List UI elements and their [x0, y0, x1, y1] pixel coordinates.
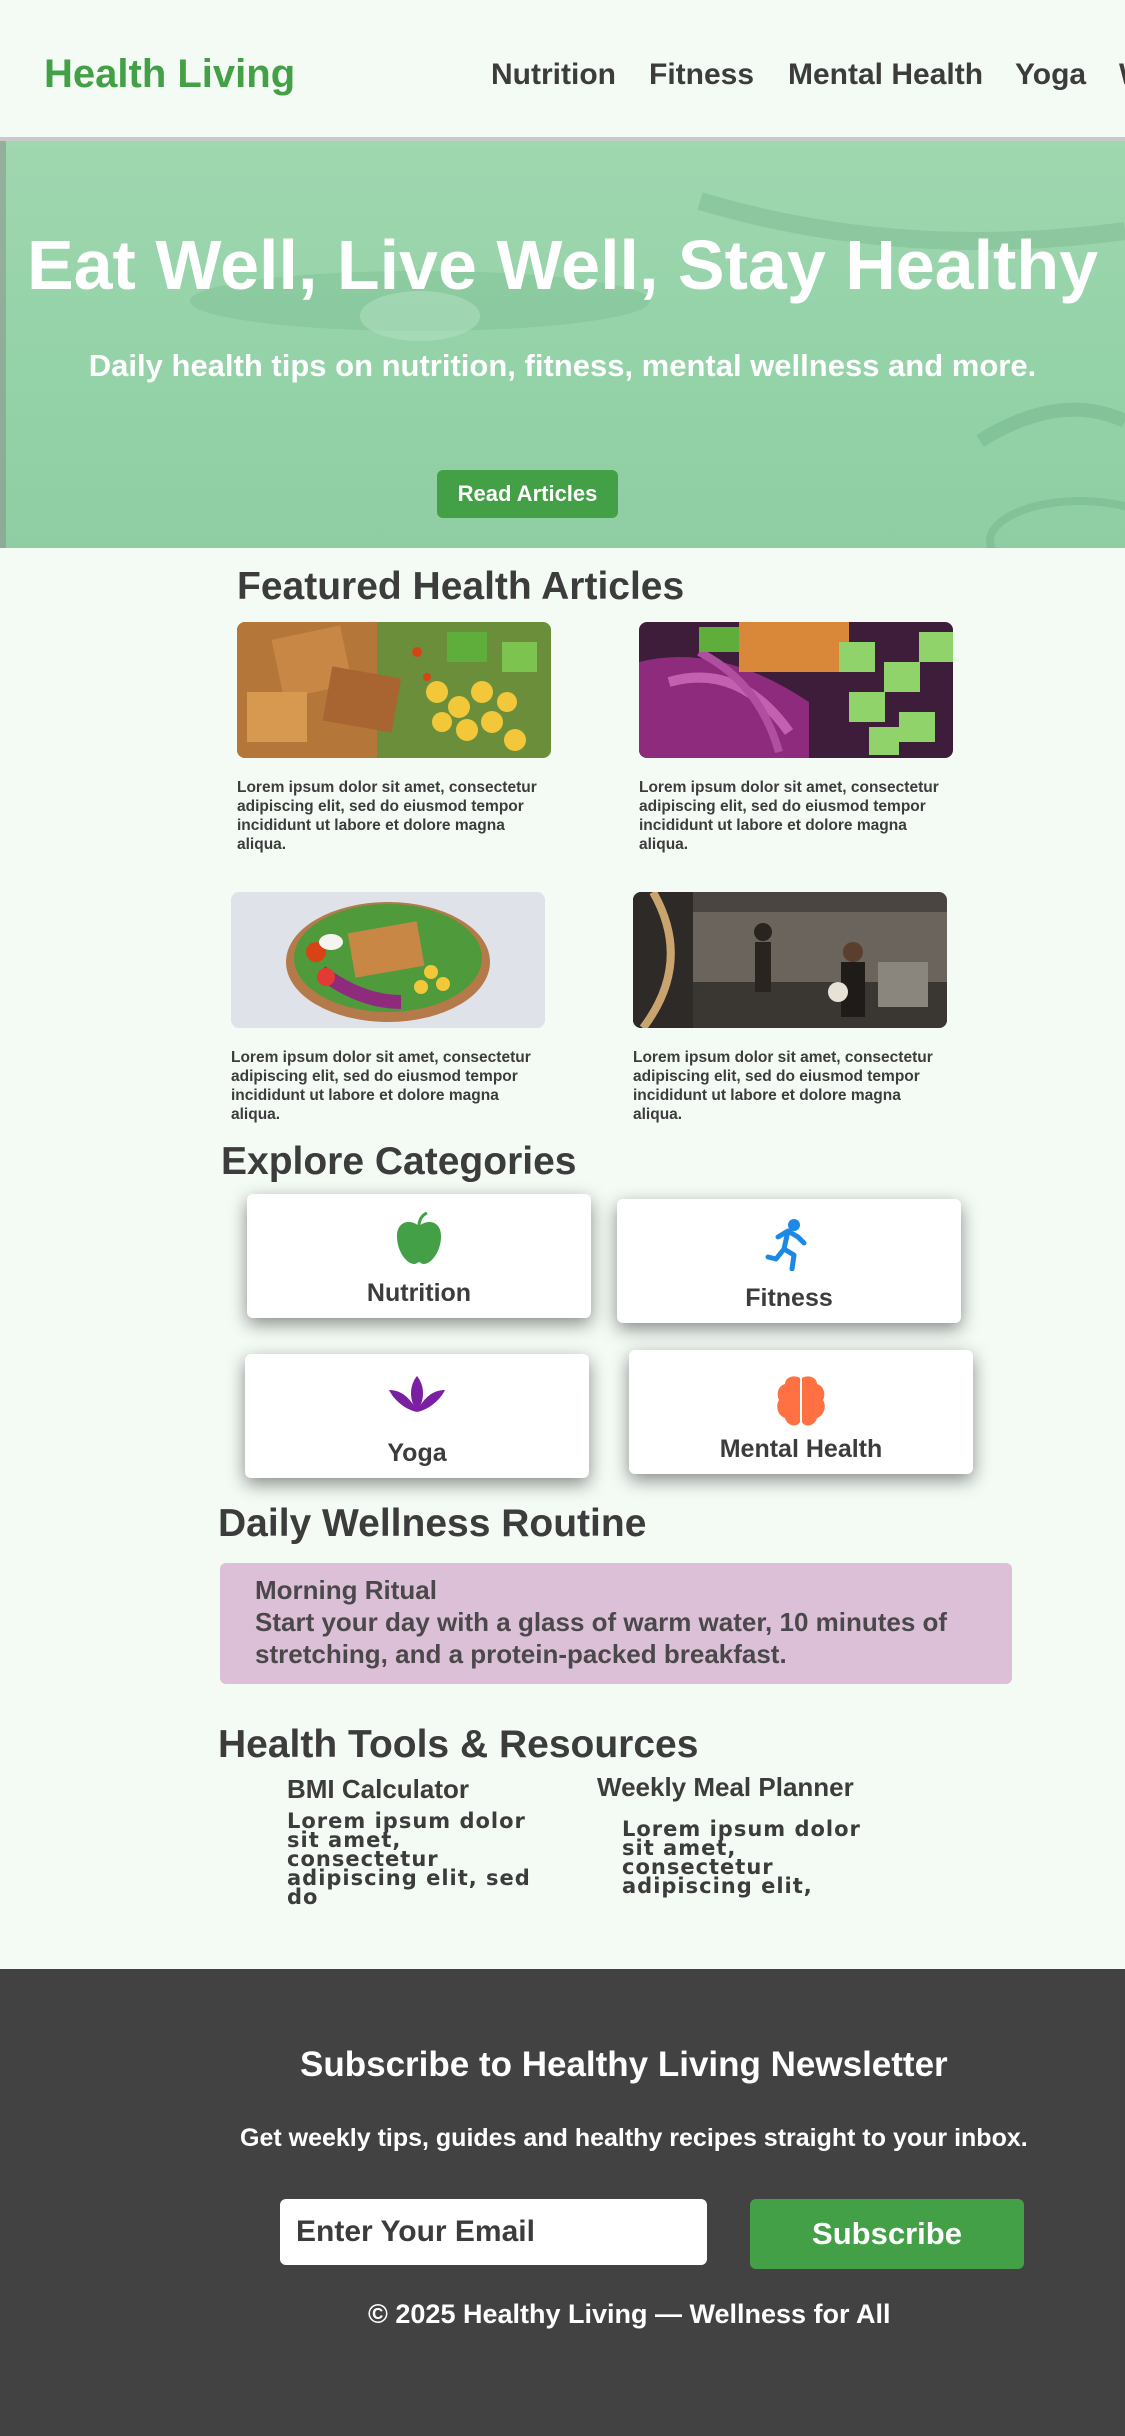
tool-title-meal-planner[interactable]: Weekly Meal Planner	[597, 1772, 854, 1803]
email-field[interactable]	[280, 2199, 707, 2265]
nav-link-yoga[interactable]: Yoga	[1015, 58, 1086, 92]
nav-link-fitness[interactable]: Fitness	[649, 58, 754, 92]
newsletter-title: Subscribe to Healthy Living Newsletter	[300, 2045, 948, 2084]
newsletter-subtitle: Get weekly tips, guides and healthy reci…	[240, 2124, 1028, 2152]
category-card-fitness[interactable]: Fitness	[617, 1199, 961, 1323]
routine-title: Morning Ritual	[255, 1575, 437, 1605]
routine-description: Start your day with a glass of warm wate…	[255, 1607, 948, 1669]
brain-icon	[629, 1374, 973, 1430]
nav-link-nutrition[interactable]: Nutrition	[491, 58, 616, 92]
category-label: Mental Health	[719, 1435, 883, 1463]
article-excerpt: Lorem ipsum dolor sit amet, consectetur …	[639, 779, 939, 853]
article-image[interactable]	[639, 622, 953, 758]
featured-heading: Featured Health Articles	[237, 565, 685, 608]
article-card[interactable]: Lorem ipsum dolor sit amet, consectetur …	[633, 892, 949, 1124]
brand-logo[interactable]: Health Living	[44, 52, 295, 97]
category-label: Fitness	[745, 1284, 833, 1312]
article-image[interactable]	[231, 892, 545, 1028]
category-label: Nutrition	[366, 1279, 472, 1307]
tool-title-bmi[interactable]: BMI Calculator	[287, 1774, 469, 1805]
hero-subtitle: Daily health tips on nutrition, fitness,…	[88, 348, 1037, 383]
nav-link-mental-health[interactable]: Mental Health	[788, 58, 983, 92]
category-card-nutrition[interactable]: Nutrition	[247, 1194, 591, 1318]
hero-banner: Eat Well, Live Well, Stay Healthy Daily …	[0, 141, 1125, 548]
apple-icon	[247, 1211, 591, 1268]
hero-title: Eat Well, Live Well, Stay Healthy	[26, 226, 1099, 304]
tool-description: Lorem ipsum dolor sit amet, consectetur …	[287, 1809, 531, 1909]
lotus-icon	[245, 1372, 589, 1428]
routine-heading: Daily Wellness Routine	[218, 1502, 647, 1545]
categories-heading: Explore Categories	[221, 1140, 577, 1183]
subscribe-button[interactable]: Subscribe	[750, 2199, 1024, 2269]
copyright-text: © 2025 Healthy Living — Wellness for All	[368, 2299, 891, 2329]
site-header: Health Living Nutrition Fitness Mental H…	[0, 0, 1125, 141]
article-excerpt: Lorem ipsum dolor sit amet, consectetur …	[237, 779, 537, 853]
read-articles-button[interactable]: Read Articles	[437, 470, 618, 518]
article-card[interactable]: Lorem ipsum dolor sit amet, consectetur …	[231, 892, 547, 1124]
article-image[interactable]	[633, 892, 947, 1028]
article-excerpt: Lorem ipsum dolor sit amet, consectetur …	[633, 1049, 933, 1123]
article-image[interactable]	[237, 622, 551, 758]
article-card[interactable]: Lorem ipsum dolor sit amet, consectetur …	[237, 622, 553, 854]
tools-heading: Health Tools & Resources	[218, 1723, 699, 1766]
article-card[interactable]: Lorem ipsum dolor sit amet, consectetur …	[639, 622, 955, 854]
tool-description: Lorem ipsum dolor sit amet, consectetur …	[622, 1817, 861, 1898]
category-label: Yoga	[387, 1439, 447, 1467]
nav-link-more[interactable]: W	[1119, 58, 1125, 92]
running-icon	[617, 1217, 961, 1273]
article-excerpt: Lorem ipsum dolor sit amet, consectetur …	[231, 1049, 531, 1123]
category-card-mental-health[interactable]: Mental Health	[629, 1350, 973, 1474]
site-footer: Subscribe to Healthy Living Newsletter G…	[0, 1969, 1125, 2436]
category-card-yoga[interactable]: Yoga	[245, 1354, 589, 1478]
routine-card: Morning Ritual Start your day with a gla…	[220, 1563, 1012, 1684]
